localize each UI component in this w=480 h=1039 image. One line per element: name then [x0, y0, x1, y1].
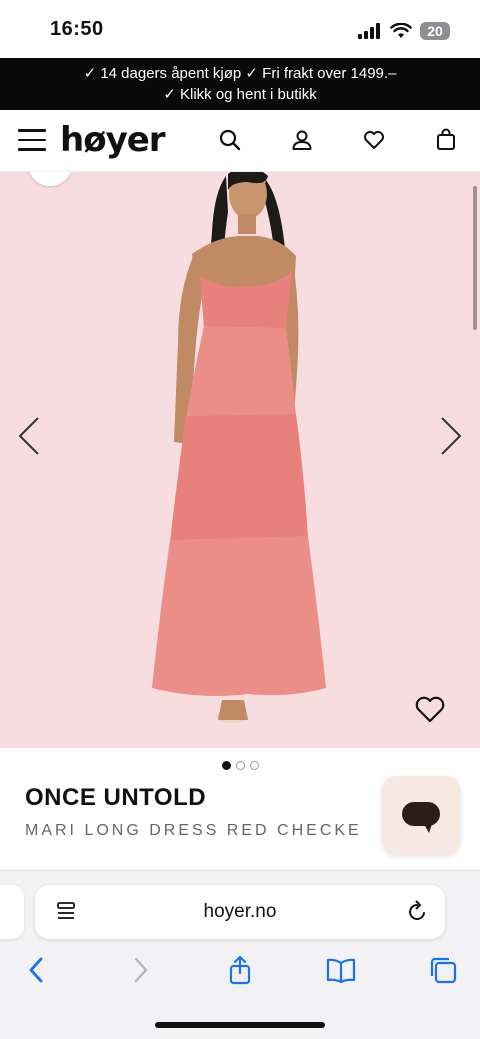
- promo-line-2: ✓ Klikk og hent i butikk: [163, 86, 317, 103]
- chat-bubble-icon: [402, 802, 440, 833]
- tabs-icon[interactable]: [428, 955, 458, 985]
- next-image-arrow[interactable]: [438, 414, 464, 458]
- address-bar[interactable]: hoyer.no: [35, 885, 445, 939]
- favorite-heart-icon[interactable]: [414, 694, 446, 724]
- home-indicator: [155, 1022, 325, 1028]
- promo-line-1: ✓ 14 dagers åpent kjøp ✓ Fri frakt over …: [83, 65, 397, 82]
- wifi-icon: [390, 23, 412, 38]
- account-icon[interactable]: [290, 128, 314, 152]
- previous-image-arrow[interactable]: [16, 414, 42, 458]
- promo-banner: ✓ 14 dagers åpent kjøp ✓ Fri frakt over …: [0, 58, 480, 110]
- menu-icon[interactable]: [18, 129, 46, 151]
- product-brand[interactable]: ONCE UNTOLD: [25, 784, 206, 812]
- status-bar: 16:50 20: [0, 0, 480, 58]
- site-header: høyer: [0, 110, 480, 172]
- bag-icon[interactable]: [434, 128, 458, 152]
- product-image: [152, 172, 326, 723]
- back-icon[interactable]: [22, 955, 52, 985]
- gallery-dot-2[interactable]: [235, 761, 245, 770]
- chat-button[interactable]: [382, 776, 460, 854]
- forward-icon[interactable]: [125, 955, 155, 985]
- bookmarks-icon[interactable]: [326, 955, 356, 985]
- battery-indicator: 20: [420, 22, 450, 40]
- gallery-dot-3[interactable]: [249, 761, 259, 770]
- url-text[interactable]: hoyer.no: [35, 901, 445, 923]
- status-time: 16:50: [50, 18, 104, 40]
- gallery-pagination: [0, 761, 480, 770]
- reload-icon[interactable]: [405, 900, 429, 924]
- signal-icon: [358, 23, 380, 39]
- previous-tab-preview[interactable]: [0, 885, 24, 939]
- gallery-dot-1[interactable]: [221, 761, 231, 770]
- heart-icon[interactable]: [362, 128, 386, 152]
- share-icon[interactable]: [225, 955, 255, 985]
- product-gallery[interactable]: [0, 172, 480, 748]
- browser-toolbar: hoyer.no: [0, 870, 480, 1039]
- product-name: MARI LONG DRESS RED CHECKE: [25, 822, 362, 839]
- page-scrollbar[interactable]: [473, 186, 477, 330]
- status-icons: 20: [358, 22, 450, 40]
- search-icon[interactable]: [218, 128, 242, 152]
- logo[interactable]: høyer: [60, 120, 166, 160]
